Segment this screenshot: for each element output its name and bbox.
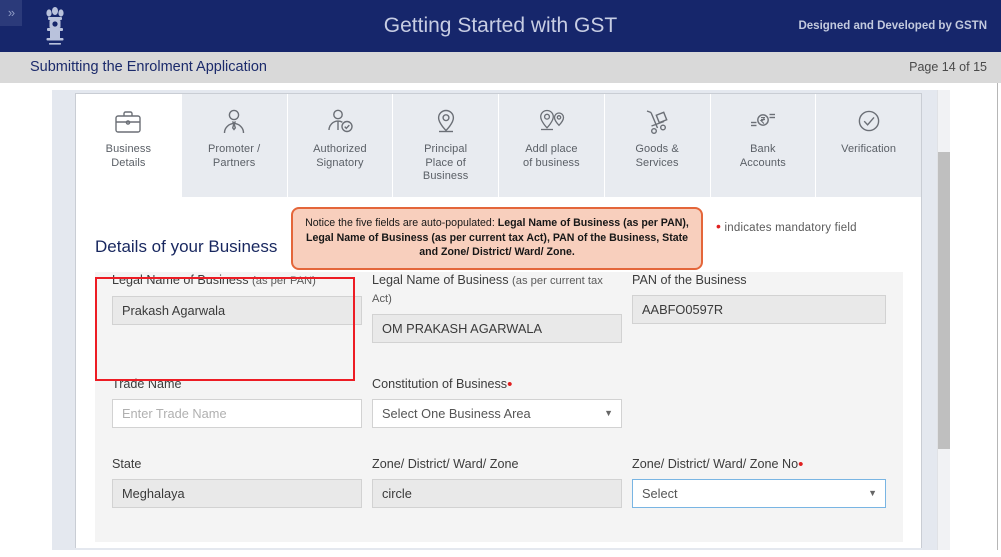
map-pin-icon	[429, 105, 463, 139]
tab-addl-place-of-business[interactable]: Addl place of business	[499, 94, 605, 197]
notice-text-normal: Notice the five fields are auto-populate…	[305, 217, 498, 229]
field-label: PAN of the Business	[632, 273, 747, 287]
auto-populate-notice: Notice the five fields are auto-populate…	[291, 207, 703, 270]
double-map-pin-icon	[534, 105, 568, 139]
legal-name-pan-input[interactable]: Prakash Agarwala	[112, 296, 362, 325]
person-check-icon	[323, 105, 357, 139]
vertical-scrollbar-thumb[interactable]	[938, 152, 950, 449]
constitution-of-business-select[interactable]: Select One Business Area ▼	[372, 399, 622, 428]
field-label: Constitution of Business•	[372, 376, 513, 393]
form-row-trade-constitution: Trade Name Enter Trade Name Constitution…	[95, 376, 903, 456]
enrolment-tab-strip: Business Details Promoter / Partners Aut…	[76, 94, 921, 197]
zone-district-ward-zone-no-select[interactable]: Select ▼	[632, 479, 886, 508]
tab-principal-place-of-business[interactable]: Principal Place of Business	[393, 94, 499, 197]
hand-truck-icon	[640, 105, 674, 139]
tab-bank-accounts[interactable]: Bank Accounts	[710, 94, 817, 197]
slide-canvas: Business Details Promoter / Partners Aut…	[52, 90, 945, 550]
state-input[interactable]: Meghalaya	[112, 479, 362, 508]
tab-label: Goods & Services	[635, 143, 679, 169]
required-dot-icon: •	[798, 456, 804, 473]
section-title: Details of your Business	[95, 237, 278, 256]
page-edge-divider	[997, 83, 998, 557]
right-margin	[950, 83, 997, 557]
field-label: Trade Name	[112, 377, 182, 391]
field-legal-name-tax-act: Legal Name of Business (as per current t…	[372, 272, 622, 343]
field-label: State	[112, 457, 142, 471]
required-dot-icon: •	[507, 376, 513, 393]
field-zone-district-ward-zone-no: Zone/ District/ Ward/ Zone No• Select ▼	[632, 456, 886, 508]
tab-goods-services[interactable]: Goods & Services	[604, 94, 711, 197]
app-header: » Getting Started with GST Designed and	[0, 0, 1001, 52]
field-label: Zone/ District/ Ward/ Zone No•	[632, 456, 804, 473]
tab-label: Authorized Signatory	[313, 143, 367, 169]
tab-promoter-partners[interactable]: Promoter / Partners	[181, 94, 288, 197]
page-indicator: Page 14 of 15	[909, 60, 987, 74]
gst-enrolment-form-card: Business Details Promoter / Partners Aut…	[75, 93, 922, 548]
tab-authorized-signatory[interactable]: Authorized Signatory	[287, 94, 394, 197]
field-trade-name: Trade Name Enter Trade Name	[112, 376, 362, 428]
field-state: State Meghalaya	[112, 456, 362, 508]
chevron-down-icon: ▼	[604, 408, 613, 418]
tab-label: Bank Accounts	[739, 143, 786, 169]
mandatory-note-label: indicates mandatory field	[724, 222, 857, 234]
form-fields-panel: Legal Name of Business (as per PAN) Prak…	[95, 272, 903, 542]
tab-label: Verification	[841, 143, 897, 155]
briefcase-icon	[111, 105, 145, 139]
trade-name-input[interactable]: Enter Trade Name	[112, 399, 362, 428]
person-tie-icon	[217, 105, 251, 139]
tab-label: Business Details	[105, 143, 152, 169]
mandatory-field-note: • indicates mandatory field	[716, 219, 857, 234]
tab-verification[interactable]: Verification	[816, 94, 921, 197]
field-constitution-of-business: Constitution of Business• Select One Bus…	[372, 376, 622, 428]
check-circle-icon	[852, 105, 886, 139]
form-row-location: State Meghalaya Zone/ District/ Ward/ Zo…	[95, 456, 903, 542]
field-label: Legal Name of Business (as per current t…	[372, 273, 603, 305]
tab-label: Addl place of business	[523, 143, 580, 169]
field-label: Zone/ District/ Ward/ Zone	[372, 457, 519, 471]
zone-district-ward-zone-input[interactable]: circle	[372, 479, 622, 508]
field-pan-of-business: PAN of the Business AABFO0597R	[632, 272, 886, 324]
tab-label: Principal Place of Business	[422, 143, 469, 182]
form-row-identity: Legal Name of Business (as per PAN) Prak…	[95, 272, 903, 376]
sub-header-bar: Submitting the Enrolment Application Pag…	[0, 52, 1001, 83]
bottom-margin	[0, 550, 1001, 557]
chevron-down-icon: ▼	[868, 488, 877, 498]
field-legal-name-pan: Legal Name of Business (as per PAN) Prak…	[112, 272, 362, 325]
left-margin	[0, 83, 52, 557]
pan-of-business-input[interactable]: AABFO0597R	[632, 295, 886, 324]
tab-label: Promoter / Partners	[207, 143, 261, 169]
field-label: Legal Name of Business (as per PAN)	[112, 273, 316, 287]
mandatory-dot-icon: •	[716, 218, 722, 234]
legal-name-tax-act-input[interactable]: OM PRAKASH AGARWALA	[372, 314, 622, 343]
tab-business-details[interactable]: Business Details	[76, 94, 182, 197]
rupee-coin-icon	[746, 105, 780, 139]
select-value: Select	[642, 486, 678, 501]
select-value: Select One Business Area	[382, 406, 531, 421]
field-zone-district-ward-zone: Zone/ District/ Ward/ Zone circle	[372, 456, 622, 508]
business-details-form: Details of your Business Notice the five…	[76, 197, 921, 547]
lesson-title: Submitting the Enrolment Application	[30, 59, 267, 75]
developer-credit: Designed and Developed by GSTN	[798, 20, 987, 32]
